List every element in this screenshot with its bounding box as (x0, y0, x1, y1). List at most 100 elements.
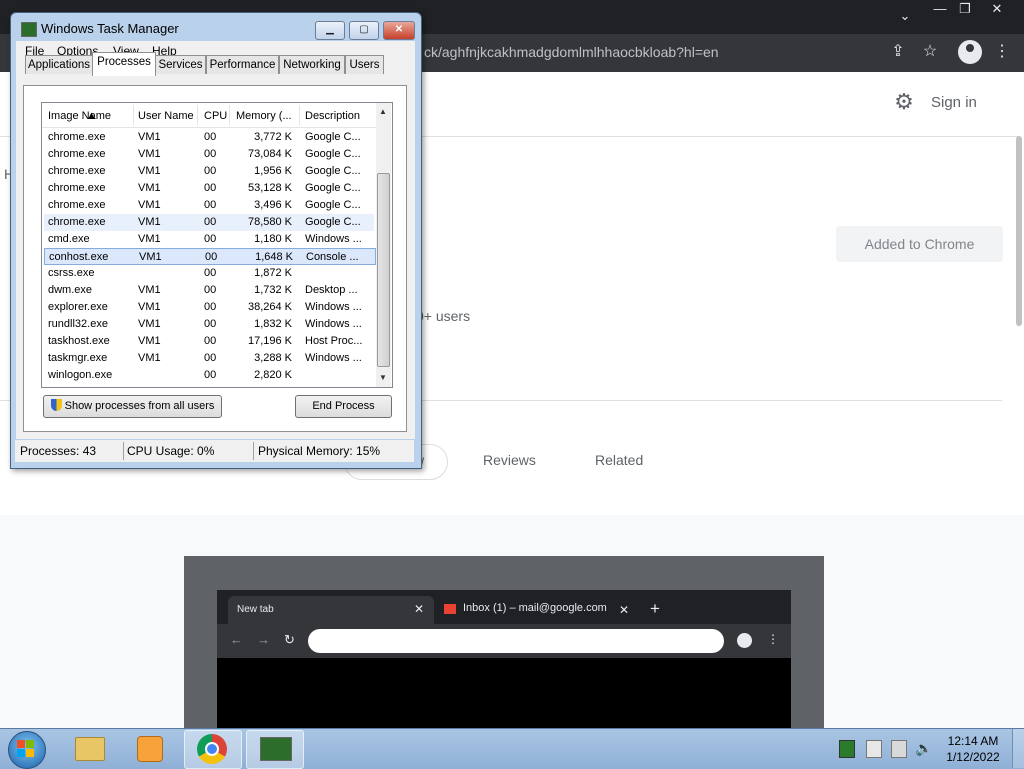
folder-icon (75, 737, 105, 761)
process-row[interactable]: conhost.exe VM1 00 1,648 K Console ... (44, 248, 376, 265)
preview-menu-icon: ⋮ (767, 632, 779, 646)
status-memory: Physical Memory: 15% (258, 444, 381, 458)
minimize-button[interactable]: ▁ (315, 21, 345, 40)
process-description: Google C... (305, 165, 361, 177)
process-row[interactable]: chrome.exe VM1 00 53,128 K Google C... (44, 180, 374, 197)
process-row[interactable]: explorer.exe VM1 00 38,264 K Windows ... (44, 299, 374, 316)
process-user-name: VM1 (138, 148, 161, 160)
scroll-thumb[interactable] (377, 173, 390, 367)
preview-omnibox (308, 629, 724, 653)
system-clock[interactable]: 12:14 AM 1/12/2022 (944, 733, 1002, 765)
task-manager-tray-icon[interactable] (839, 740, 855, 758)
show-all-processes-button[interactable]: Show processes from all users (43, 395, 222, 418)
tab-services[interactable]: Services (155, 55, 206, 74)
process-row[interactable]: winlogon.exe 00 2,820 K (44, 367, 374, 384)
process-image-name: chrome.exe (48, 182, 106, 194)
browser-restore-button[interactable]: ❐ (950, 0, 980, 20)
tab-applications[interactable]: Applications (25, 55, 93, 74)
process-row[interactable]: chrome.exe VM1 00 78,580 K Google C... (44, 214, 374, 231)
process-description: Host Proc... (305, 335, 363, 347)
process-memory: 3,288 K (254, 352, 292, 364)
process-row[interactable]: taskmgr.exe VM1 00 3,288 K Windows ... (44, 350, 374, 367)
uac-shield-icon (50, 399, 62, 411)
process-row[interactable]: chrome.exe VM1 00 3,496 K Google C... (44, 197, 374, 214)
task-manager-icon (260, 737, 292, 761)
task-manager-app-icon (21, 22, 37, 37)
column-cpu[interactable]: CPU (204, 110, 227, 122)
volume-icon[interactable]: 🔈 (915, 740, 932, 756)
sign-in-link[interactable]: Sign in (931, 94, 977, 111)
page-scrollbar[interactable] (1016, 136, 1022, 326)
process-row[interactable]: chrome.exe VM1 00 3,772 K Google C... (44, 129, 374, 146)
process-user-name: VM1 (138, 284, 161, 296)
tab-search-chevron-icon[interactable]: ⌄ (896, 8, 914, 26)
show-all-label: Show processes from all users (64, 400, 215, 412)
network-icon[interactable] (891, 740, 907, 758)
end-process-button[interactable]: End Process (295, 395, 392, 418)
close-button[interactable]: ✕ (383, 21, 415, 40)
process-row[interactable]: dwm.exe VM1 00 1,732 K Desktop ... (44, 282, 374, 299)
settings-gear-icon[interactable]: ⚙ (892, 90, 916, 114)
browser-menu-icon[interactable]: ⋮ (990, 40, 1014, 64)
process-cpu: 00 (204, 301, 217, 313)
scroll-down-arrow-icon[interactable]: ▼ (379, 373, 387, 382)
bookmark-star-icon[interactable]: ☆ (918, 40, 942, 64)
windows-logo-icon (17, 740, 35, 758)
preview-tab-new: New tab ✕ (228, 596, 434, 624)
scroll-up-arrow-icon[interactable]: ▲ (379, 107, 387, 116)
share-icon[interactable]: ⇪ (886, 40, 910, 64)
process-row[interactable]: taskhost.exe VM1 00 17,196 K Host Proc... (44, 333, 374, 350)
column-description[interactable]: Description (305, 110, 360, 122)
action-center-icon[interactable] (866, 740, 882, 758)
profile-avatar-icon[interactable] (958, 40, 982, 64)
process-image-name: chrome.exe (48, 148, 106, 160)
process-image-name: explorer.exe (48, 301, 108, 313)
show-desktop-button[interactable] (1012, 729, 1024, 768)
maximize-button[interactable]: ▢ (349, 21, 379, 40)
process-image-name: cmd.exe (48, 233, 90, 245)
process-row[interactable]: chrome.exe VM1 00 73,084 K Google C... (44, 146, 374, 163)
process-cpu: 00 (204, 284, 217, 296)
process-list-header: ▲ Image Name User Name CPU Memory (... D… (42, 103, 376, 128)
tab-processes[interactable]: Processes (92, 52, 156, 76)
process-image-name: dwm.exe (48, 284, 93, 296)
process-cpu: 00 (204, 352, 217, 364)
process-description: Windows ... (305, 352, 362, 364)
process-cpu: 00 (204, 335, 217, 347)
preview-profile-icon (737, 633, 752, 648)
process-cpu: 00 (205, 251, 218, 263)
tab-users[interactable]: Users (345, 55, 384, 74)
tab-performance[interactable]: Performance (206, 55, 279, 74)
user-count: 0+ users (416, 308, 471, 324)
process-user-name: VM1 (138, 131, 161, 143)
column-memory[interactable]: Memory (... (236, 110, 292, 122)
process-memory: 1,648 K (255, 251, 293, 263)
process-cpu: 00 (204, 318, 217, 330)
process-user-name: VM1 (138, 352, 161, 364)
process-description: Windows ... (305, 318, 362, 330)
process-cpu: 00 (204, 267, 217, 279)
tab-networking[interactable]: Networking (279, 55, 345, 74)
url-text[interactable]: ck/aghfnjkcakhmadgdomlmlhhaocbkloab?hl=e… (424, 44, 719, 60)
tab-related[interactable]: Related (595, 452, 643, 468)
process-user-name: VM1 (138, 182, 161, 194)
preview-back-icon: ← (230, 632, 243, 647)
clock-time: 12:14 AM (947, 734, 999, 748)
process-image-name: conhost.exe (49, 251, 109, 263)
column-user-name[interactable]: User Name (138, 110, 194, 122)
browser-close-button[interactable]: ✕ (982, 0, 1012, 20)
added-to-chrome-button[interactable]: Added to Chrome (836, 226, 1003, 262)
process-row[interactable]: rundll32.exe VM1 00 1,832 K Windows ... (44, 316, 374, 333)
process-image-name: chrome.exe (48, 216, 106, 228)
process-row[interactable]: cmd.exe VM1 00 1,180 K Windows ... (44, 231, 374, 248)
process-row[interactable]: chrome.exe VM1 00 1,956 K Google C... (44, 163, 374, 180)
process-row[interactable]: csrss.exe 00 1,872 K (44, 265, 374, 282)
process-memory: 1,872 K (254, 267, 292, 279)
process-list-scrollbar[interactable]: ▲ ▼ (376, 103, 391, 387)
process-description: Windows ... (305, 301, 362, 313)
process-cpu: 00 (204, 369, 217, 381)
column-image-name[interactable]: Image Name (48, 110, 111, 122)
process-list[interactable]: ▲ Image Name User Name CPU Memory (... D… (41, 102, 393, 388)
tab-reviews[interactable]: Reviews (483, 452, 536, 468)
process-user-name: VM1 (138, 233, 161, 245)
